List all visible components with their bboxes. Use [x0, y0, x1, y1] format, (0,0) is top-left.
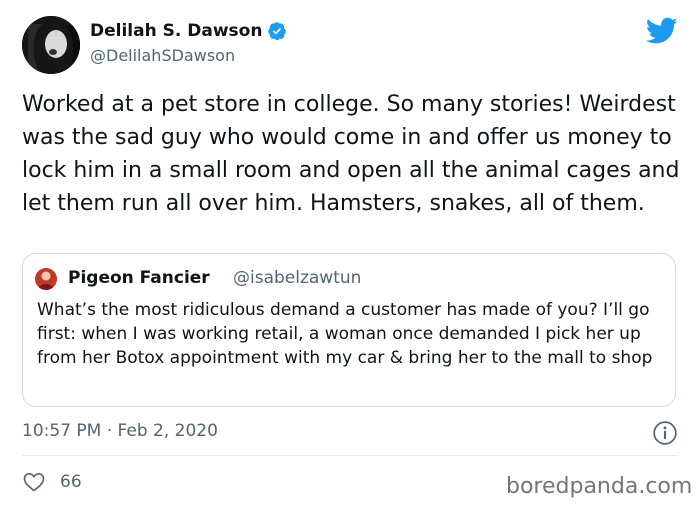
divider — [22, 455, 678, 456]
author-handle[interactable]: @DelilahSDawson — [90, 46, 235, 65]
watermark-text: boredpanda.com — [506, 474, 693, 499]
verified-badge-icon — [267, 21, 287, 41]
author-avatar[interactable] — [22, 16, 80, 74]
twitter-bird-icon[interactable] — [645, 17, 678, 49]
heart-icon[interactable] — [22, 470, 46, 498]
quoted-author-name: Pigeon Fancier — [68, 268, 210, 288]
quoted-tweet-card[interactable]: Pigeon Fancier @isabelzawtun What’s the … — [22, 253, 676, 407]
author-name-text[interactable]: Delilah S. Dawson — [90, 21, 262, 41]
quoted-author-avatar — [35, 268, 57, 290]
tweet-timestamp[interactable]: 10:57 PM · Feb 2, 2020 — [22, 421, 218, 441]
quoted-author-handle: @isabelzawtun — [233, 268, 362, 288]
info-icon[interactable] — [652, 420, 678, 450]
author-name[interactable]: Delilah S. Dawson — [90, 21, 287, 41]
like-count: 66 — [60, 472, 82, 492]
tweet-text: Worked at a pet store in college. So man… — [22, 92, 680, 216]
quoted-tweet-text: What’s the most ridiculous demand a cust… — [37, 300, 653, 368]
